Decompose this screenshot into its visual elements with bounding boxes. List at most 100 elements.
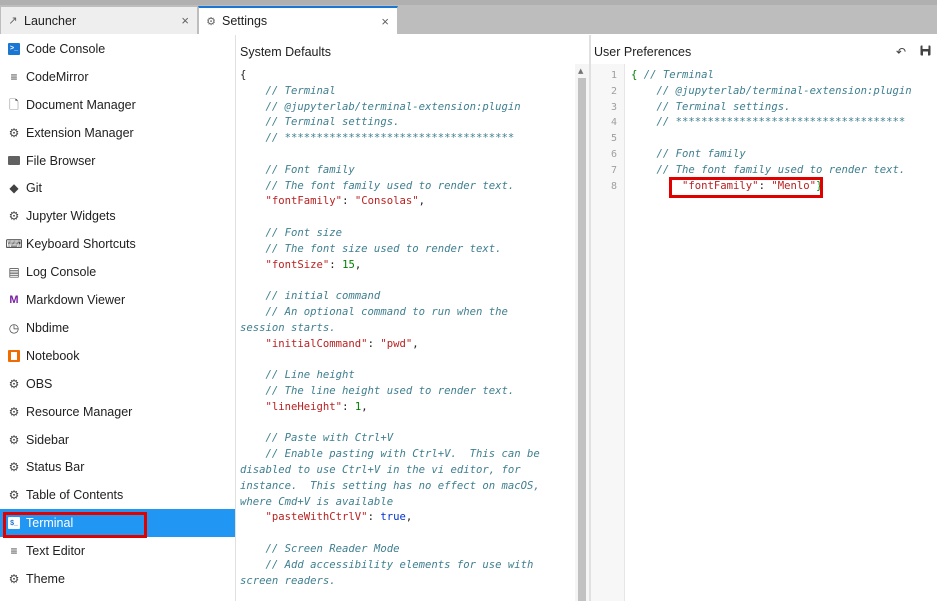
- tab-launcher[interactable]: ↗ Launcher ×: [0, 6, 198, 34]
- code-token: // ************************************: [631, 116, 906, 129]
- sidebar-item-label: Theme: [26, 572, 65, 587]
- code-line: // Font family: [631, 147, 746, 163]
- sidebar-item-label: Git: [26, 181, 42, 196]
- code-token: }: [815, 179, 823, 192]
- sidebar-item-file-browser[interactable]: File Browser: [0, 147, 235, 175]
- sidebar-item-label: Code Console: [26, 41, 106, 56]
- tab-settings[interactable]: ⚙ Settings ×: [198, 6, 398, 34]
- sidebar-item-text-editor[interactable]: ≡ Text Editor: [0, 537, 235, 565]
- sidebar-item-notebook[interactable]: Notebook: [0, 342, 235, 370]
- gear-icon: ⚙: [8, 209, 20, 224]
- code-line: // ************************************: [240, 131, 515, 147]
- code-line: // initial command: [240, 289, 381, 305]
- code-line: disabled to use Ctrl+V in the vi editor,…: [240, 463, 521, 479]
- code-line: // An optional command to run when the: [240, 305, 508, 321]
- sidebar-item-status-bar[interactable]: ⚙ Status Bar: [0, 454, 235, 482]
- sidebar-item-table-of-contents[interactable]: ⚙ Table of Contents: [0, 481, 235, 509]
- code-token: "Menlo": [771, 179, 816, 192]
- sidebar-item-sidebar[interactable]: ⚙ Sidebar: [0, 426, 235, 454]
- code-line: // The font family used to render text.: [631, 163, 906, 179]
- scrollbar-thumb[interactable]: [578, 78, 586, 601]
- code-token: // Terminal settings.: [631, 100, 791, 113]
- sidebar-item-label: Notebook: [26, 348, 80, 363]
- sidebar-item-extension-manager[interactable]: ⚙ Extension Manager: [0, 119, 235, 147]
- code-token: // Line height: [240, 369, 355, 382]
- code-token: // An optional command to run when the: [240, 306, 508, 318]
- code-token: instance. This setting has no effect on …: [240, 479, 540, 492]
- code-token: 15: [342, 258, 355, 271]
- sidebar-item-keyboard-shortcuts[interactable]: ⌨ Keyboard Shortcuts: [0, 230, 235, 258]
- sidebar-item-codemirror[interactable]: ≡ CodeMirror: [0, 63, 235, 91]
- sidebar-item-document-manager[interactable]: 🗋 Document Manager: [0, 91, 235, 119]
- tab-bar: ↗ Launcher × ⚙ Settings ×: [0, 0, 937, 34]
- scroll-up-icon[interactable]: ▲: [578, 67, 583, 75]
- gear-icon: ⚙: [8, 460, 20, 475]
- sidebar-item-theme[interactable]: ⚙ Theme: [0, 565, 235, 593]
- code-line: "initialCommand": "pwd",: [240, 337, 419, 353]
- code-token: ,: [412, 337, 419, 350]
- code-line: { // Terminal: [631, 68, 714, 84]
- sidebar-item-label: Table of Contents: [26, 488, 124, 503]
- clock-icon: ◷: [8, 320, 20, 335]
- system-defaults-title: System Defaults: [240, 45, 332, 59]
- sidebar-item-resource-manager[interactable]: ⚙ Resource Manager: [0, 398, 235, 426]
- sidebar-item-git[interactable]: ◆ Git: [0, 175, 235, 203]
- close-icon[interactable]: ×: [181, 13, 189, 28]
- document-icon: 🗋: [9, 97, 19, 112]
- gears-icon: ⚙: [8, 404, 20, 419]
- code-line: "fontFamily": "Consolas",: [240, 194, 426, 210]
- code-token: // The font family used to render text.: [631, 163, 906, 176]
- code-line: // The font size used to render text.: [240, 242, 502, 258]
- user-preferences-editor[interactable]: [591, 64, 937, 601]
- code-line: "fontFamily": "Menlo"}: [631, 179, 822, 195]
- line-number: 6: [610, 149, 617, 160]
- code-token: :: [758, 179, 772, 192]
- code-token: session starts.: [240, 321, 336, 334]
- code-token: {: [240, 69, 247, 81]
- sidebar-item-label: OBS: [26, 376, 53, 391]
- code-line: // Enable pasting with Ctrl+V. This can …: [240, 447, 540, 463]
- code-line: // Terminal settings.: [631, 100, 791, 116]
- sidebar-item-label: Sidebar: [26, 432, 70, 447]
- code-line: {: [240, 68, 246, 84]
- code-line: instance. This setting has no effect on …: [240, 479, 540, 495]
- code-token: "pasteWithCtrlV": [240, 511, 368, 524]
- code-token: // Add accessibility elements for use wi…: [240, 558, 534, 571]
- sidebar-item-label: Terminal: [26, 516, 74, 531]
- sidebar-item-markdown-viewer[interactable]: M Markdown Viewer: [0, 286, 235, 314]
- close-icon[interactable]: ×: [381, 14, 389, 29]
- code-token: // Terminal: [643, 69, 714, 81]
- tab-label: Settings: [222, 14, 268, 28]
- system-defaults-scrollbar[interactable]: ▲: [575, 64, 589, 601]
- sidebar-item-code-console[interactable]: >_ Code Console: [0, 35, 235, 63]
- sidebar-item-terminal[interactable]: $_ Terminal: [0, 509, 235, 538]
- code-line: // @jupyterlab/terminal-extension:plugin: [240, 100, 521, 116]
- code-token: // Font family: [631, 148, 746, 160]
- gear-icon: ⚙: [8, 125, 20, 140]
- user-preferences-header: User Preferences ↶: [594, 40, 937, 64]
- sidebar-item-log-console[interactable]: ▤ Log Console: [0, 258, 235, 286]
- keyboard-icon: ⌨: [5, 237, 23, 252]
- sidebar-item-jupyter-widgets[interactable]: ⚙ Jupyter Widgets: [0, 202, 235, 230]
- gear-icon: ⚙: [8, 376, 20, 391]
- sidebar-item-nbdime[interactable]: ◷ Nbdime: [0, 314, 235, 342]
- notebook-icon: [8, 349, 20, 362]
- code-token: :: [342, 195, 355, 208]
- code-token: // initial command: [240, 290, 381, 303]
- sidebar-item-obs[interactable]: ⚙ OBS: [0, 370, 235, 398]
- sidebar-item-label: Jupyter Widgets: [26, 209, 116, 224]
- code-token: "fontSize": [240, 258, 330, 271]
- settings-plugin-list: >_ Code Console ≡ CodeMirror 🗋 Document Manag…: [0, 35, 236, 601]
- sidebar-item-label: Text Editor: [26, 544, 86, 559]
- code-line: "lineHeight": 1,: [240, 400, 368, 416]
- save-icon[interactable]: [920, 45, 931, 59]
- code-line: // Paste with Ctrl+V: [240, 431, 394, 447]
- undo-icon[interactable]: ↶: [896, 45, 906, 59]
- gear-icon: ⚙: [8, 572, 20, 587]
- line-number: 3: [610, 101, 617, 113]
- code-line: "fontSize": 15,: [240, 258, 362, 274]
- code-token: "Consolas": [354, 195, 419, 208]
- code-line: session starts.: [240, 321, 336, 337]
- git-icon: ◆: [9, 181, 19, 196]
- gear-icon: ⚙: [8, 488, 20, 503]
